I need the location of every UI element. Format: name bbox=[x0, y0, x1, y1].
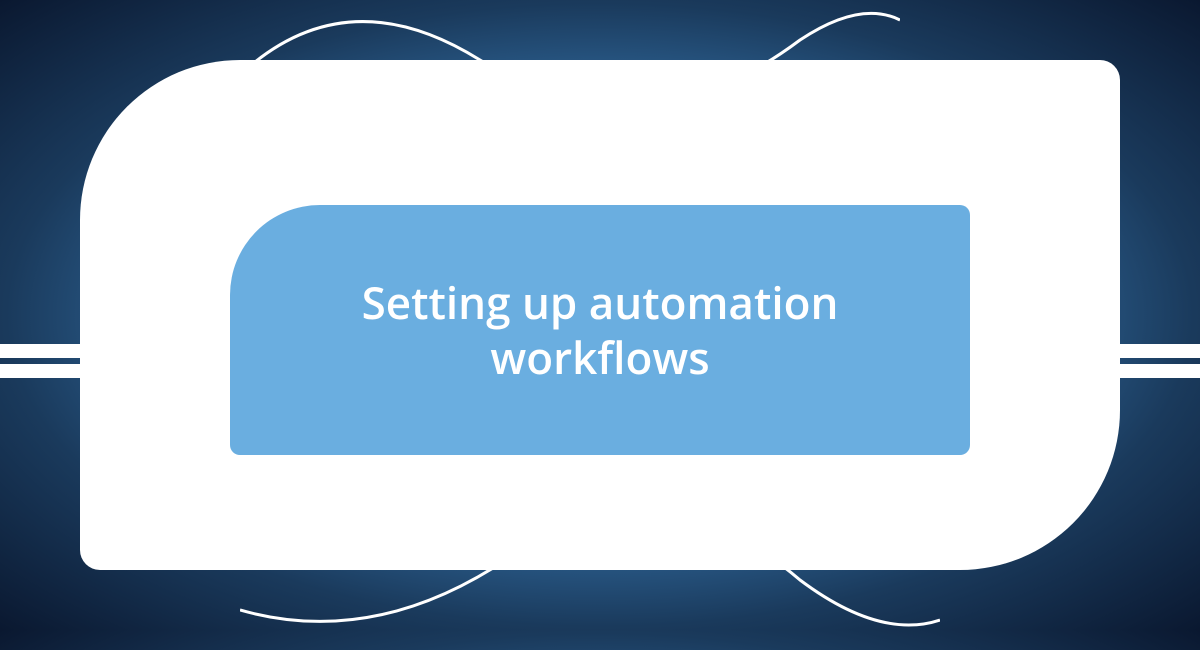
outer-card: Setting up automation workflows bbox=[80, 60, 1120, 570]
inner-card: Setting up automation workflows bbox=[230, 205, 970, 455]
title-text: Setting up automation workflows bbox=[290, 275, 910, 385]
